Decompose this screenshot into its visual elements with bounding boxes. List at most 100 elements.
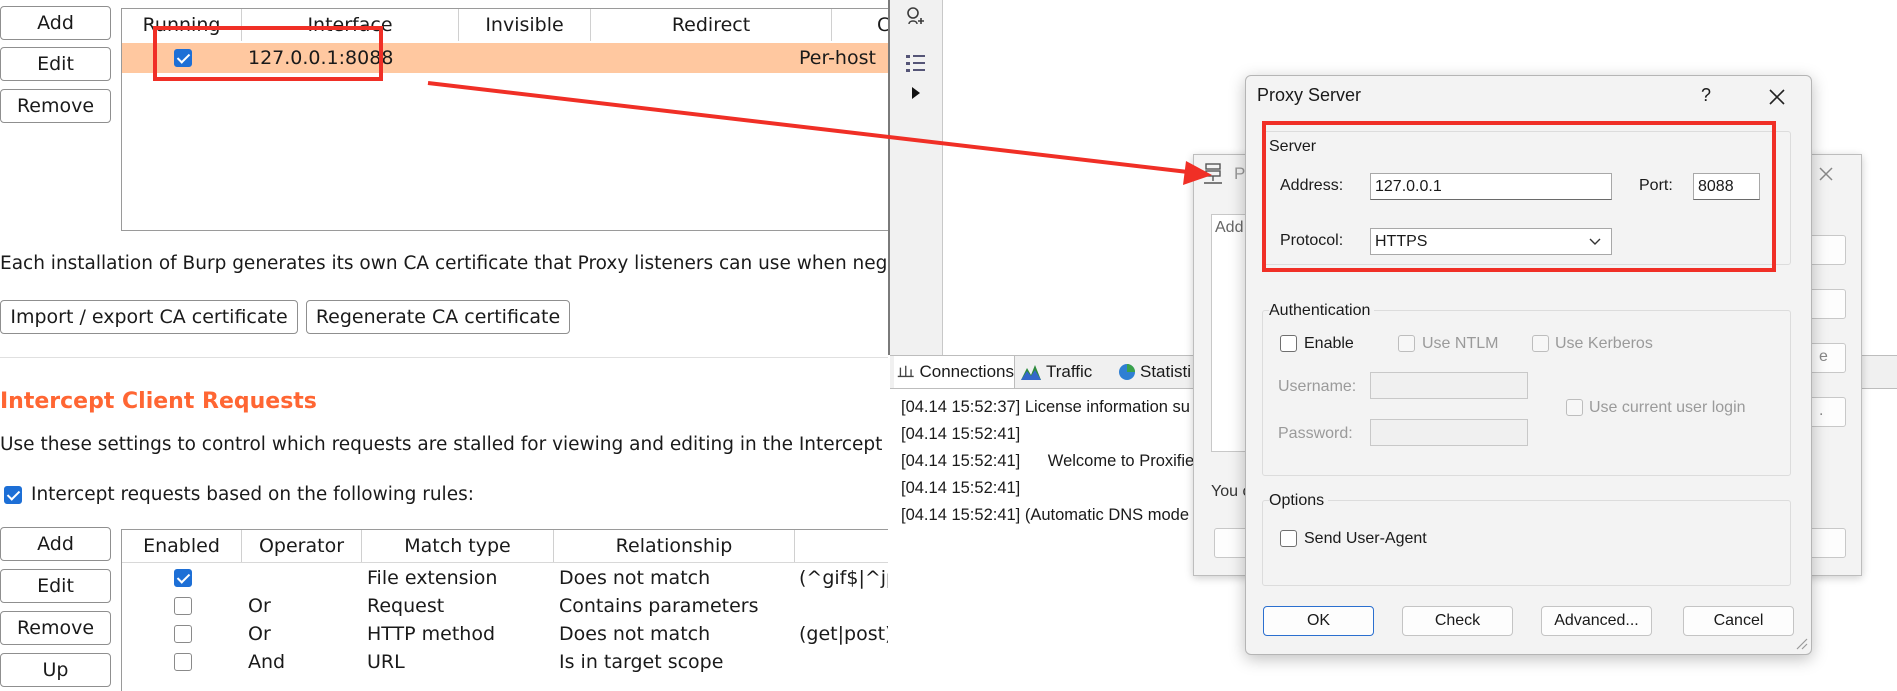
proxifier-toolbar <box>888 0 943 355</box>
column-header-running[interactable]: Running <box>122 9 242 41</box>
help-icon[interactable]: ? <box>1701 85 1711 106</box>
table-row[interactable]: And URL Is in target scope <box>122 648 888 676</box>
rule-relationship: Contains parameters <box>559 595 759 617</box>
edit-rule-button[interactable]: Edit <box>0 569 111 603</box>
rule-match-type: File extension <box>367 567 498 589</box>
log-line: [04.14 15:52:41] (Automatic DNS mode <box>901 506 1190 524</box>
running-checkbox[interactable] <box>174 49 192 67</box>
close-icon[interactable] <box>1767 87 1787 107</box>
cancel-button[interactable]: Cancel <box>1683 606 1794 636</box>
protocol-label: Protocol: <box>1280 232 1344 249</box>
enable-auth-checkbox[interactable] <box>1280 335 1297 352</box>
tab-traffic[interactable]: Traffic <box>1020 356 1108 388</box>
server-group-label: Server <box>1269 138 1317 155</box>
profile-search-icon[interactable] <box>904 4 928 28</box>
rule-match-type: Request <box>367 595 445 617</box>
server-icon <box>1204 163 1222 184</box>
username-input[interactable] <box>1370 372 1528 399</box>
port-label: Port: <box>1639 177 1673 194</box>
tab-label: Statisti <box>1140 362 1192 381</box>
burp-proxy-settings: Add Edit Remove Running Interface Invisi… <box>0 0 888 691</box>
proxy-listeners-table: Running Interface Invisible Redirect Ce … <box>121 8 888 231</box>
use-kerberos-label: Use Kerberos <box>1555 335 1653 352</box>
rule-enabled-checkbox[interactable] <box>174 597 192 615</box>
rule-relationship: Is in target scope <box>559 651 724 673</box>
check-button[interactable]: Check <box>1402 606 1513 636</box>
add-listener-button[interactable]: Add <box>0 6 111 40</box>
column-header-invisible[interactable]: Invisible <box>459 9 591 41</box>
chevron-down-icon <box>1589 238 1601 245</box>
proxy-server-dialog: Proxy Server ? Server Address: 127.0.0.1… <box>1245 75 1812 655</box>
intercept-rules-label: Intercept requests based on the followin… <box>31 484 474 505</box>
rule-operator: Or <box>248 595 271 617</box>
column-header-certificate[interactable]: Ce <box>832 9 888 41</box>
rule-condition: (get|post) <box>799 623 888 645</box>
current-user-label: Use current user login <box>1589 399 1746 416</box>
intercept-description: Use these settings to control which requ… <box>0 434 888 455</box>
password-label: Password: <box>1278 425 1353 442</box>
resize-grip-icon[interactable] <box>1794 636 1808 650</box>
use-ntlm-checkbox[interactable] <box>1398 335 1415 352</box>
authentication-group-label: Authentication <box>1269 302 1375 320</box>
table-row[interactable]: File extension Does not match (^gif$|^jp <box>122 564 888 592</box>
intercept-rules-table: Enabled Operator Match type Relationship… <box>121 529 888 691</box>
password-input[interactable] <box>1370 419 1528 446</box>
column-header-operator[interactable]: Operator <box>242 530 362 562</box>
certificate-cell: Per-host <box>799 47 876 69</box>
column-header-redirect[interactable]: Redirect <box>591 9 832 41</box>
section-divider <box>0 357 888 358</box>
ca-description: Each installation of Burp generates its … <box>0 253 888 274</box>
use-ntlm-label: Use NTLM <box>1422 335 1499 352</box>
rule-operator: Or <box>248 623 271 645</box>
traffic-icon <box>1021 365 1041 380</box>
column-header-match-type[interactable]: Match type <box>362 530 554 562</box>
rule-enabled-checkbox[interactable] <box>174 653 192 671</box>
close-icon[interactable] <box>1817 165 1835 183</box>
rule-enabled-checkbox[interactable] <box>174 625 192 643</box>
table-row[interactable]: 127.0.0.1:8088 Per-host <box>122 43 888 73</box>
remove-rule-button[interactable]: Remove <box>0 611 111 645</box>
log-line: [04.14 15:52:41] <box>901 479 1021 497</box>
options-group-label: Options <box>1269 492 1329 510</box>
up-rule-button[interactable]: Up <box>0 653 111 687</box>
log-line: [04.14 15:52:37] License information su <box>901 398 1190 416</box>
current-user-checkbox[interactable] <box>1566 399 1583 416</box>
rule-enabled-checkbox[interactable] <box>174 569 192 587</box>
table-row[interactable]: Or Request Contains parameters <box>122 592 888 620</box>
tab-label: Connections <box>919 362 1014 381</box>
import-export-ca-button[interactable]: Import / export CA certificate <box>0 300 298 334</box>
column-header-relationship[interactable]: Relationship <box>554 530 795 562</box>
rule-condition: (^gif$|^jp <box>799 567 888 589</box>
protocol-select[interactable]: HTTPS <box>1370 228 1612 255</box>
ok-button[interactable]: OK <box>1263 606 1374 636</box>
rule-match-type: HTTP method <box>367 623 496 645</box>
rule-match-type: URL <box>367 651 405 673</box>
address-label: Address: <box>1280 177 1344 194</box>
table-row[interactable]: Or HTTP method Does not match (get|post) <box>122 620 888 648</box>
rule-operator: And <box>248 651 286 673</box>
add-rule-button[interactable]: Add <box>0 527 111 561</box>
rule-relationship: Does not match <box>559 567 711 589</box>
intercept-rules-checkbox[interactable] <box>4 486 22 504</box>
column-header-enabled[interactable]: Enabled <box>122 530 242 562</box>
tab-label: Traffic <box>1046 362 1093 381</box>
statistics-icon <box>1119 364 1135 380</box>
column-header-interface[interactable]: Interface <box>242 9 459 41</box>
advanced-button[interactable]: Advanced... <box>1541 606 1652 636</box>
use-kerberos-checkbox[interactable] <box>1532 335 1549 352</box>
remove-listener-button[interactable]: Remove <box>0 89 111 123</box>
rule-relationship: Does not match <box>559 623 711 645</box>
address-input[interactable]: 127.0.0.1 <box>1370 173 1612 200</box>
send-user-agent-checkbox[interactable] <box>1280 530 1297 547</box>
port-input[interactable]: 8088 <box>1693 173 1760 200</box>
rules-list-icon[interactable] <box>904 52 928 74</box>
tab-connections[interactable]: Connections <box>894 356 1015 388</box>
regenerate-ca-button[interactable]: Regenerate CA certificate <box>306 300 570 334</box>
username-label: Username: <box>1278 378 1357 395</box>
expand-arrow-icon[interactable] <box>910 86 922 100</box>
tab-statistics[interactable]: Statisti <box>1118 356 1198 388</box>
log-line: [04.14 15:52:41] <box>901 425 1021 443</box>
interface-cell: 127.0.0.1:8088 <box>248 47 394 69</box>
log-line: [04.14 15:52:41] Welcome to Proxifie <box>901 452 1195 470</box>
edit-listener-button[interactable]: Edit <box>0 47 111 81</box>
